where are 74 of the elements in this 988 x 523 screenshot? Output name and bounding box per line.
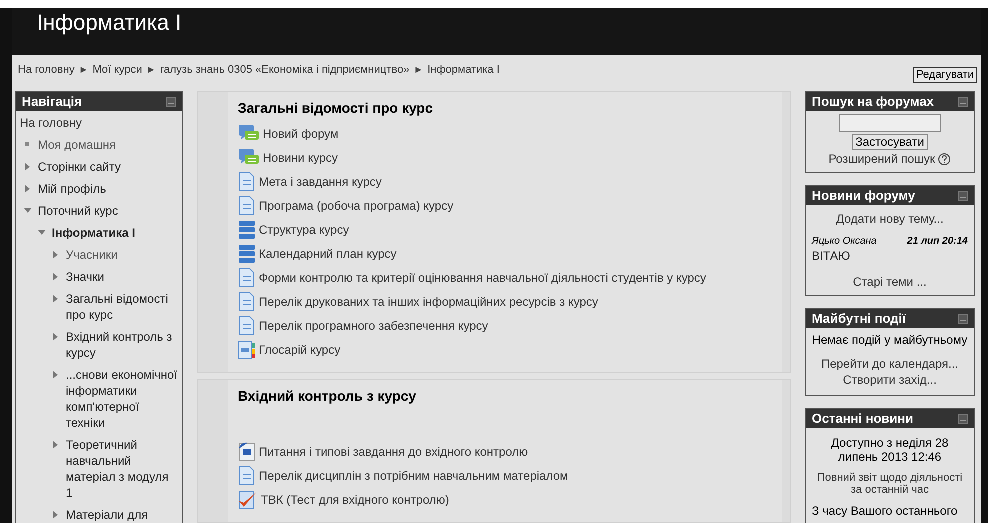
activity-link[interactable]: Календарний план курсу [259, 247, 397, 261]
post-author: Яцько Оксана [812, 236, 877, 247]
post-date: 21 лип 20:14 [907, 236, 968, 247]
stack-icon [238, 220, 256, 240]
collapse-icon[interactable] [958, 414, 968, 424]
document-icon [238, 292, 256, 312]
activity-link[interactable]: Перелік дисциплін з потрібним навчальним матеріалом [259, 469, 568, 483]
availability-text: Доступно з неділя 28 липень 2013 12:46 [830, 436, 950, 464]
post-subject-link[interactable]: ВІТАЮ [812, 249, 850, 263]
document-icon [238, 316, 256, 336]
activity-link[interactable]: Мета і завдання курсу [259, 175, 382, 189]
site-title[interactable]: Інформатика I [37, 10, 182, 36]
nav-item[interactable]: Вхідний контроль з курсу [66, 329, 178, 361]
separator-icon: ► [414, 64, 424, 76]
separator-icon: ► [146, 64, 156, 76]
older-topics-link[interactable]: Старі теми ... [853, 275, 927, 289]
block-title: Майбутні події [812, 311, 906, 326]
activity-report-link[interactable]: Повний звіт щодо діяльності за останній час [812, 472, 968, 496]
nav-item[interactable]: Загальні відомості про курс [66, 291, 178, 323]
breadcrumb-link[interactable]: галузь знань 0305 «Економіка і підприємництво» [160, 64, 410, 76]
activity-link[interactable]: Питання і типові завдання до вхідного контролю [259, 445, 528, 459]
event-link[interactable]: Перейти до календаря... [821, 357, 959, 371]
nav-item[interactable]: Моя домашня [38, 137, 116, 153]
section-title: Вхідний контроль з курсу [238, 388, 416, 404]
document-icon [238, 268, 256, 288]
advanced-search-link[interactable]: Розширений пошук [828, 152, 936, 166]
edit-button[interactable]: Редагувати [913, 67, 977, 83]
breadcrumb-link[interactable]: Мої курси [92, 64, 142, 76]
activity-link[interactable]: Перелік програмного забезпечення курсу [259, 319, 488, 333]
document-icon [238, 466, 256, 486]
activity-link[interactable]: Новий форум [263, 127, 339, 141]
empty-message: Немає подій у майбутньому [812, 333, 968, 347]
block-title: Новини форуму [812, 188, 916, 203]
nav-item[interactable]: Інформатика I [52, 225, 136, 241]
nav-item[interactable]: Учасники [66, 247, 118, 263]
activity-link[interactable]: Новини курсу [263, 151, 338, 165]
collapse-icon[interactable] [166, 96, 176, 106]
activity-link[interactable]: ТВК (Тест для вхідного контролю) [261, 493, 450, 507]
block-title: Пошук на форумах [812, 94, 934, 109]
nav-item[interactable]: Поточний курс [38, 203, 118, 219]
activity-link[interactable]: Перелік друкованих та інших інформаційних ресурсів з курсу [259, 295, 598, 309]
collapse-icon[interactable] [958, 314, 968, 324]
bullet-icon [24, 141, 32, 149]
help-icon [938, 152, 952, 166]
add-topic-link[interactable]: Додати нову тему... [836, 212, 944, 226]
breadcrumb-link[interactable]: На головну [18, 64, 75, 76]
word-document-icon [238, 442, 256, 462]
nav-item[interactable]: Значки [66, 269, 104, 285]
activity-link[interactable]: Форми контролю та критерії оцінювання навчальної діяльності студентів у курсу [259, 271, 706, 285]
event-link[interactable]: Створити захід... [843, 373, 937, 387]
nav-item[interactable]: Мій профіль [38, 181, 106, 197]
activity-link[interactable]: Програма (робоча програма) курсу [259, 199, 454, 213]
nav-item[interactable]: Сторінки сайту [38, 159, 121, 175]
nav-item[interactable]: Матеріали для [66, 507, 148, 523]
stack-icon [238, 244, 256, 264]
glossary-icon [238, 340, 256, 360]
collapse-icon[interactable] [958, 96, 968, 106]
collapse-icon[interactable] [958, 190, 968, 200]
document-icon [238, 196, 256, 216]
recent-note: З часу Вашого останнього [812, 504, 959, 518]
block-title: Навігація [22, 94, 82, 109]
section-title: Загальні відомості про курс [238, 100, 434, 116]
activity-link[interactable]: Глосарій курсу [259, 343, 341, 357]
block-title: Останні новини [812, 411, 914, 426]
separator-icon: ► [78, 64, 89, 76]
activity-link[interactable]: Структура курсу [259, 223, 350, 237]
checkmark-icon [238, 490, 258, 510]
search-field[interactable] [839, 114, 941, 132]
apply-button[interactable]: Застосувати [852, 134, 928, 150]
nav-item[interactable]: Теоретичний навчальний матеріал з модуля 1 [66, 437, 178, 501]
document-icon [238, 172, 256, 192]
breadcrumb-link[interactable]: Інформатика I [428, 64, 500, 76]
nav-item[interactable]: ...снови економічної інформатики комп'ютерної техніки [66, 367, 178, 431]
nav-link[interactable]: На головну [20, 116, 178, 130]
